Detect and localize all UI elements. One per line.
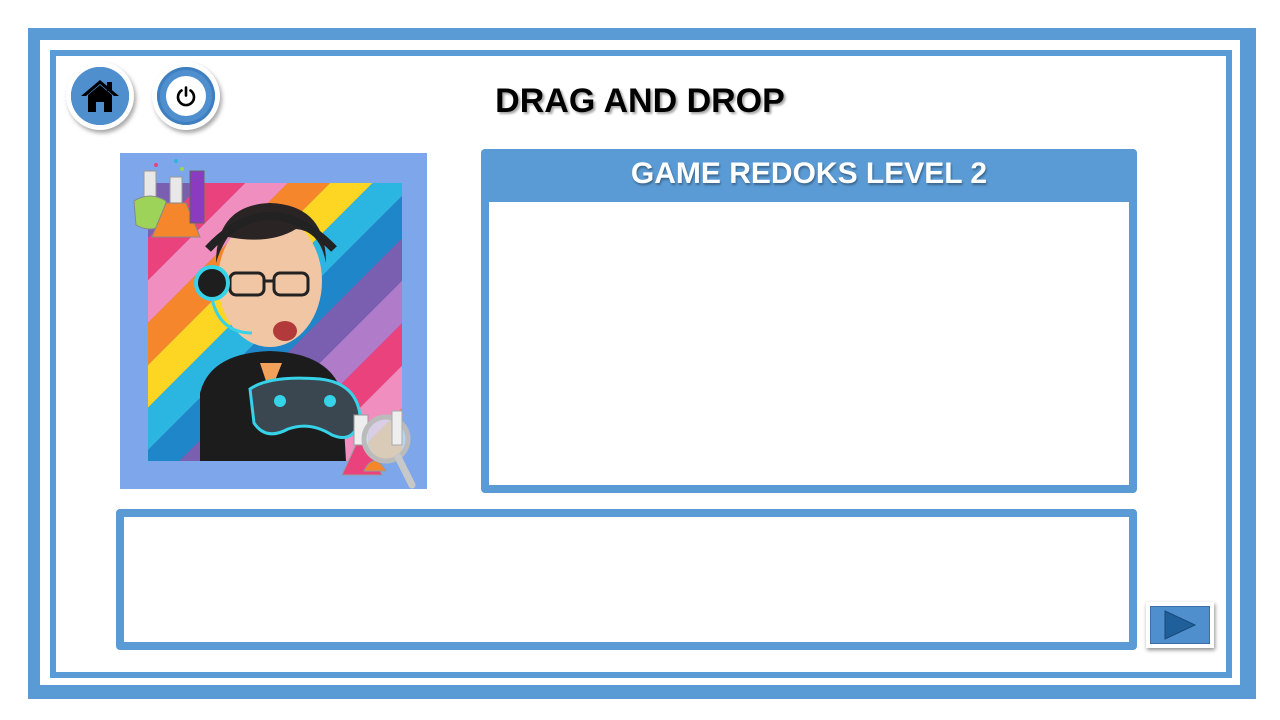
answer-drop-area[interactable] xyxy=(116,509,1137,650)
play-arrow-icon xyxy=(1164,610,1197,640)
avatar-image xyxy=(120,153,427,489)
power-button[interactable] xyxy=(152,62,220,130)
page-title: DRAG AND DROP xyxy=(495,82,785,120)
question-panel: GAME REDOKS LEVEL 2 xyxy=(481,149,1137,493)
gamer-avatar-illustration xyxy=(133,159,416,489)
question-drop-area[interactable] xyxy=(489,202,1129,485)
home-icon xyxy=(81,80,119,112)
power-icon xyxy=(176,86,196,107)
next-button[interactable] xyxy=(1146,602,1214,648)
home-button[interactable] xyxy=(66,62,134,130)
panel-title: GAME REDOKS LEVEL 2 xyxy=(630,157,988,190)
